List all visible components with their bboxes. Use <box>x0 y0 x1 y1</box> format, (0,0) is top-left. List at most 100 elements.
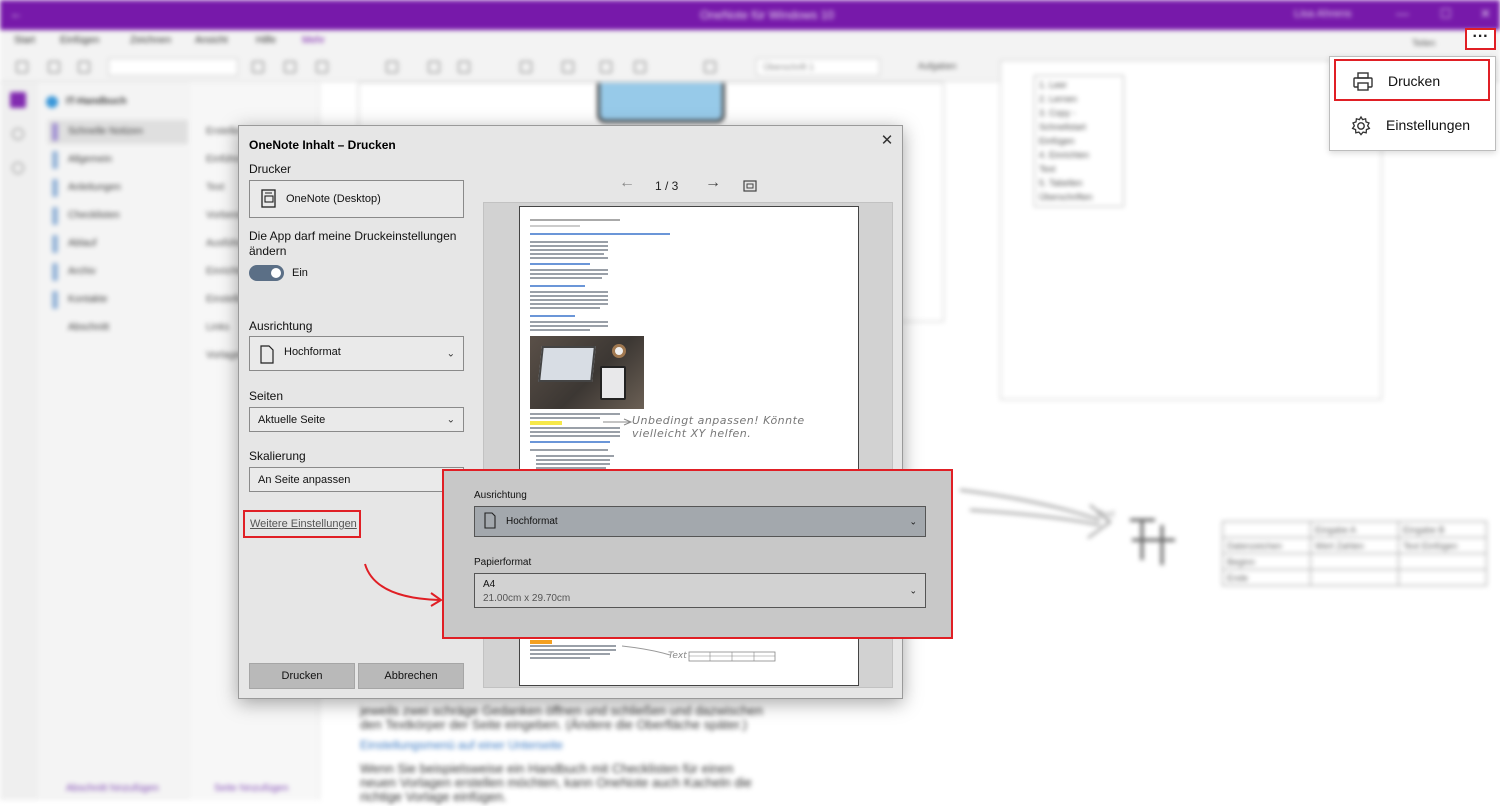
orientation-select[interactable]: Hochformat ⌄ <box>249 336 464 371</box>
tablet-image <box>600 366 626 400</box>
menu-item-settings[interactable]: Einstellungen <box>1334 105 1490 147</box>
next-page-arrow[interactable]: → <box>705 174 721 192</box>
callout-orientation-value: Hochformat <box>506 516 558 527</box>
cancel-button[interactable]: Abbrechen <box>358 663 464 689</box>
tab-start[interactable]: Start <box>14 35 35 46</box>
text-line <box>536 459 610 461</box>
align-icon[interactable] <box>634 61 646 73</box>
menu-item-print[interactable]: Drucken <box>1334 59 1490 101</box>
text-line <box>530 253 604 255</box>
pages-value: Aktuelle Seite <box>258 414 326 426</box>
minimize-icon[interactable]: — <box>1396 6 1409 21</box>
bullets-icon[interactable] <box>520 61 532 73</box>
user-name[interactable]: Lisa Ahrens <box>1294 8 1351 20</box>
printer-select[interactable]: OneNote (Desktop) <box>249 180 464 218</box>
tags-label[interactable]: Aufgaben <box>918 61 957 71</box>
bold-icon[interactable] <box>252 61 264 73</box>
maximize-icon[interactable]: ☐ <box>1440 6 1452 22</box>
text-line <box>530 645 616 647</box>
text-line <box>530 245 608 247</box>
text-line <box>530 417 600 419</box>
text-line <box>530 657 590 659</box>
text-line <box>530 241 608 243</box>
preview-bottom-text: Text <box>668 651 687 661</box>
more-settings-link[interactable]: Weitere Einstellungen <box>243 510 361 538</box>
toggle-knob <box>271 268 281 278</box>
menu-item-label: Einstellungen <box>1386 117 1471 133</box>
more-settings-callout: Ausrichtung Hochformat ⌄ Papierformat A4… <box>442 469 953 639</box>
redo-icon[interactable] <box>48 61 60 73</box>
todo-tag-icon[interactable] <box>704 61 716 73</box>
tab-insert[interactable]: Einfügen <box>60 35 99 46</box>
text-line <box>536 455 614 457</box>
paper-format-size: 21.00cm x 29.70cm <box>483 593 571 604</box>
text-line <box>530 225 580 227</box>
text-line <box>530 431 620 433</box>
tab-help[interactable]: Hilfe <box>256 35 276 46</box>
clipboard-icon[interactable] <box>78 61 90 73</box>
indent-icon[interactable] <box>600 61 612 73</box>
highlight-icon[interactable] <box>386 61 398 73</box>
text-line <box>536 463 610 465</box>
printer-value: OneNote (Desktop) <box>286 193 381 205</box>
link-line <box>530 441 610 443</box>
paper-format-select[interactable]: A4 21.00cm x 29.70cm ⌄ <box>474 573 926 608</box>
page-indicator: 1 / 3 <box>655 179 679 193</box>
printer-label: Drucker <box>249 162 292 176</box>
font-selector[interactable] <box>108 58 238 76</box>
text-line <box>530 653 610 655</box>
laptop-image <box>538 346 596 382</box>
note-arrow <box>603 418 633 426</box>
toggle-state: Ein <box>292 267 308 279</box>
page-icon <box>484 512 496 529</box>
window-title: OneNote für Windows 10 <box>700 8 835 22</box>
link-line <box>530 285 585 287</box>
share-label[interactable]: Teilen <box>1412 38 1436 48</box>
text-line <box>530 307 600 309</box>
text-line <box>530 413 620 415</box>
italic-icon[interactable] <box>284 61 296 73</box>
paper-format-value: A4 <box>483 579 496 590</box>
gear-icon <box>1351 115 1371 136</box>
printer-doc-icon <box>261 189 276 208</box>
back-icon[interactable]: ← <box>10 6 23 21</box>
dialog-title: OneNote Inhalt – Drucken <box>249 138 396 152</box>
callout-orientation-select[interactable]: Hochformat ⌄ <box>474 506 926 537</box>
scaling-select[interactable]: An Seite anpassen ⌄ <box>249 467 464 492</box>
ribbon-tabs: Start Einfügen Zeichnen Ansicht Hilfe Me… <box>0 30 1500 52</box>
text-line <box>530 649 616 651</box>
tab-draw[interactable]: Zeichnen <box>130 35 171 46</box>
menu-item-label: Drucken <box>1388 73 1441 89</box>
print-button[interactable]: Drucken <box>249 663 355 689</box>
text-line <box>530 321 608 323</box>
pages-select[interactable]: Aktuelle Seite ⌄ <box>249 407 464 432</box>
close-window-icon[interactable]: ✕ <box>1480 6 1491 22</box>
cup-image <box>612 344 626 358</box>
eraser-icon[interactable] <box>458 61 470 73</box>
preview-photo <box>530 336 644 409</box>
chevron-down-icon: ⌄ <box>909 516 917 526</box>
link-line <box>530 233 670 235</box>
text-line <box>530 295 608 297</box>
allow-settings-label: Die App darf meine Druckeinstellungen än… <box>249 229 457 258</box>
fit-page-icon[interactable] <box>743 180 757 192</box>
undo-icon[interactable] <box>16 61 28 73</box>
tab-more[interactable]: Mehr <box>302 35 325 46</box>
allow-settings-toggle[interactable] <box>249 265 284 281</box>
more-options-button[interactable]: ··· <box>1465 28 1496 50</box>
underline-icon[interactable] <box>316 61 328 73</box>
numbering-icon[interactable] <box>562 61 574 73</box>
prev-page-arrow[interactable]: ← <box>619 174 635 192</box>
preview-handwritten-note: Unbedingt anpassen! Könnte vielleicht XY… <box>632 414 805 440</box>
style-selector[interactable]: Überschrift 1 <box>756 58 880 76</box>
close-icon[interactable]: ✕ <box>875 130 899 154</box>
link-line <box>530 315 575 317</box>
font-color-icon[interactable] <box>428 61 440 73</box>
text-line <box>530 427 620 429</box>
tab-view[interactable]: Ansicht <box>195 35 228 46</box>
text-line <box>530 277 602 279</box>
text-line <box>530 449 608 451</box>
text-line <box>530 273 608 275</box>
text-line <box>530 435 620 437</box>
highlight-mark <box>530 421 562 425</box>
